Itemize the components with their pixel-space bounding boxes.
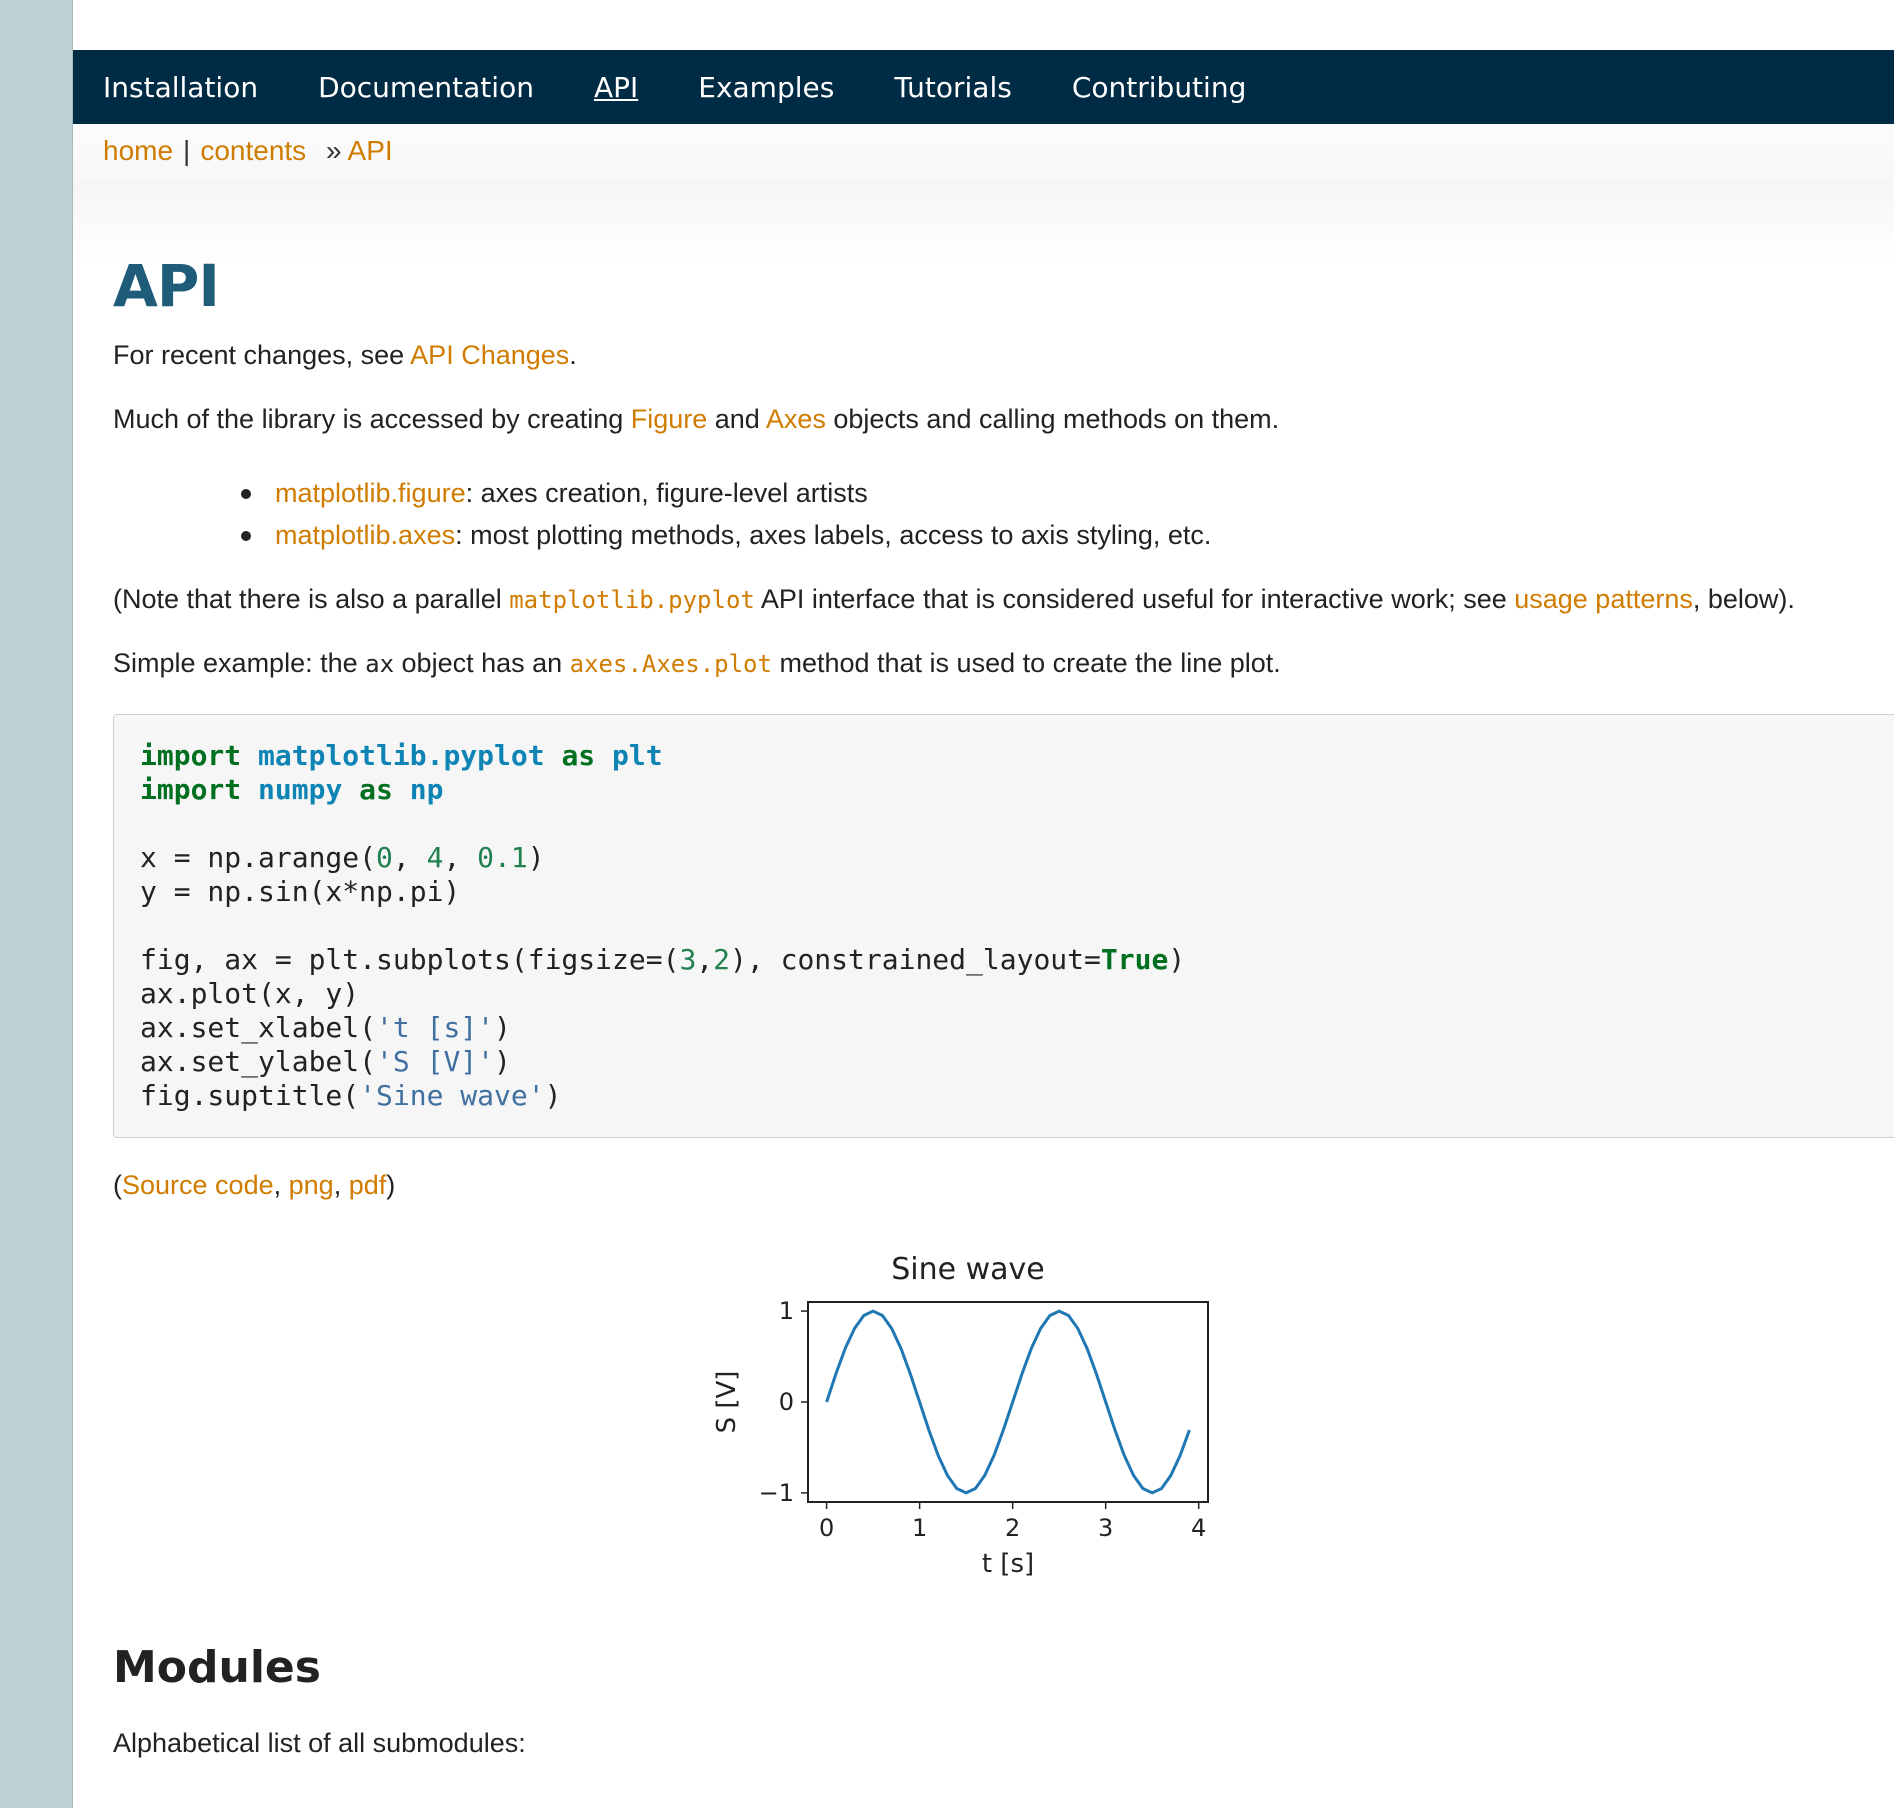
nav-installation[interactable]: Installation	[103, 71, 258, 104]
code-block[interactable]: import matplotlib.pyplot as plt import n…	[113, 714, 1894, 1138]
series-line	[825, 1309, 1191, 1495]
breadcrumb-home[interactable]: home	[103, 135, 173, 166]
matplotlib-figure-link[interactable]: matplotlib.figure	[275, 478, 466, 508]
header-fade	[73, 182, 1894, 262]
nav-tutorials[interactable]: Tutorials	[894, 71, 1012, 104]
pyplot-note-paragraph: (Note that there is also a parallel matp…	[113, 584, 1795, 615]
x-tick-label: 4	[1191, 1514, 1206, 1542]
nav-contributing[interactable]: Contributing	[1072, 71, 1247, 104]
pdf-link[interactable]: pdf	[349, 1170, 387, 1200]
axes-link[interactable]: Axes	[766, 404, 826, 434]
p2-suffix: objects and calling methods on them.	[825, 404, 1280, 434]
library-paragraph: Much of the library is accessed by creat…	[113, 404, 1279, 435]
source-open-paren: (	[113, 1170, 122, 1200]
page: Installation Documentation API Examples …	[73, 0, 1894, 1808]
bullet-text: : axes creation, figure-level artists	[465, 478, 868, 508]
png-link[interactable]: png	[289, 1170, 334, 1200]
api-changes-link[interactable]: API Changes	[410, 340, 569, 370]
nav-examples[interactable]: Examples	[698, 71, 834, 104]
module-bullet-list: matplotlib.figure: axes creation, figure…	[241, 472, 1211, 556]
nav-api[interactable]: API	[594, 71, 638, 104]
list-item: matplotlib.axes: most plotting methods, …	[241, 514, 1211, 556]
source-links: (Source code, png, pdf)	[113, 1170, 396, 1200]
p2-mid: and	[707, 404, 766, 434]
p4-text: Simple example: the	[113, 648, 366, 678]
p3-text: (Note that there is also a parallel	[113, 584, 510, 614]
bullet-text: : most plotting methods, axes labels, ac…	[455, 520, 1212, 550]
figure-link[interactable]: Figure	[631, 404, 708, 434]
source-code-link[interactable]: Source code	[122, 1170, 274, 1200]
y-axis-label: S [V]	[712, 1371, 742, 1434]
modules-heading: Modules	[113, 1642, 321, 1693]
sine-wave-chart: Sine wave 0 1 2 3 4 −1 0 1 t [s] S [V]	[712, 1252, 1209, 1579]
breadcrumb-contents[interactable]: contents	[200, 135, 306, 166]
x-tick-label: 3	[1098, 1514, 1113, 1542]
y-tick-label: 0	[779, 1388, 794, 1416]
nav-documentation[interactable]: Documentation	[318, 71, 534, 104]
top-nav: Installation Documentation API Examples …	[73, 50, 1894, 124]
chart-title: Sine wave	[891, 1252, 1045, 1287]
x-tick-label: 0	[819, 1514, 834, 1542]
breadcrumb-arrow: »	[325, 135, 342, 166]
modules-text: Alphabetical list of all submodules:	[113, 1728, 526, 1758]
ax-inline-code: ax	[365, 650, 395, 678]
breadcrumb-current[interactable]: API	[348, 135, 393, 166]
y-tick-label: 1	[779, 1297, 794, 1325]
breadcrumb: home | contents » API	[73, 124, 1894, 183]
x-tick-label: 2	[1005, 1514, 1020, 1542]
breadcrumb-pipe: |	[183, 135, 191, 166]
page-title: API	[113, 252, 220, 320]
x-tick-label: 1	[912, 1514, 927, 1542]
matplotlib-axes-link[interactable]: matplotlib.axes	[275, 520, 455, 550]
p3-suffix: , below).	[1692, 584, 1795, 614]
recent-changes-paragraph: For recent changes, see API Changes.	[113, 340, 577, 371]
p4-suffix: method that is used to create the line p…	[771, 648, 1281, 678]
y-tick-label: −1	[759, 1479, 794, 1507]
p2-text: Much of the library is accessed by creat…	[113, 404, 631, 434]
p4-mid: object has an	[394, 648, 570, 678]
source-close-paren: )	[386, 1170, 396, 1200]
example-intro-paragraph: Simple example: the ax object has an axe…	[113, 648, 1281, 679]
plot-frame	[807, 1301, 1209, 1503]
p1-suffix: .	[569, 340, 577, 370]
pyplot-code-link[interactable]: matplotlib.pyplot	[509, 586, 755, 614]
left-rail	[0, 0, 73, 1808]
axes-plot-code-link[interactable]: axes.Axes.plot	[570, 650, 772, 678]
p1-text: For recent changes, see	[113, 340, 411, 370]
p3-mid: API interface that is considered useful …	[754, 584, 1515, 614]
list-item: matplotlib.figure: axes creation, figure…	[241, 472, 1211, 514]
usage-patterns-link[interactable]: usage patterns	[1514, 584, 1693, 614]
x-axis-label: t [s]	[982, 1549, 1034, 1579]
code-pre: import matplotlib.pyplot as plt import n…	[140, 739, 1186, 1112]
